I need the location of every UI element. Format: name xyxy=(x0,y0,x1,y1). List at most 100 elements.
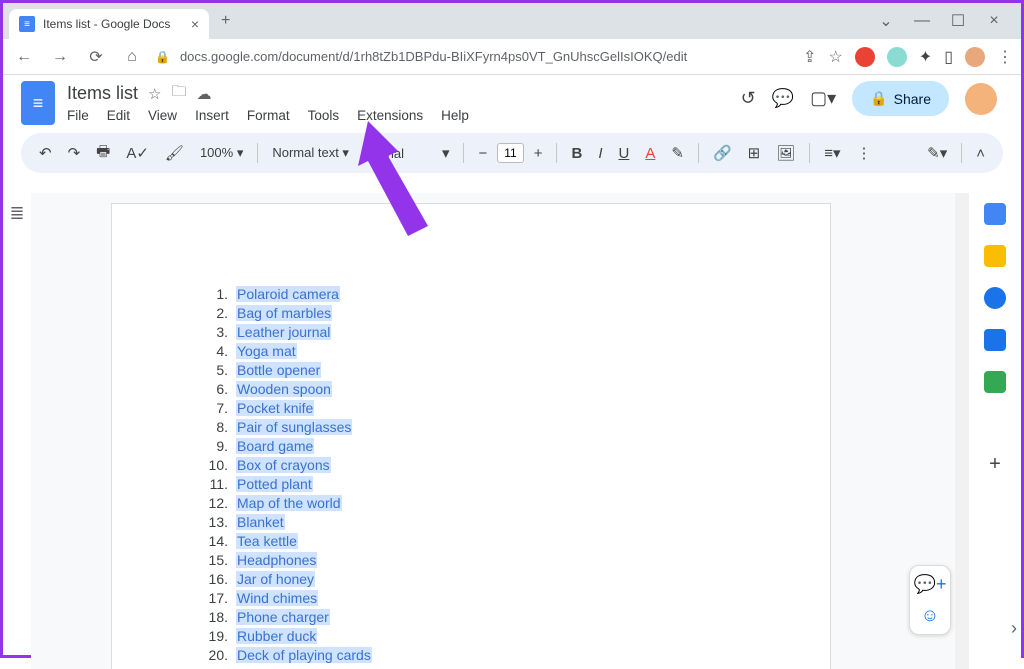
numbered-list[interactable]: Polaroid cameraBag of marblesLeather jou… xyxy=(202,284,740,664)
list-item[interactable]: Potted plant xyxy=(202,474,740,493)
browser-tab[interactable]: ≡ Items list - Google Docs × xyxy=(9,9,209,39)
history-icon[interactable]: ↺ xyxy=(741,88,756,109)
more-icon[interactable]: ⋮ xyxy=(851,144,878,162)
close-tab-icon[interactable]: × xyxy=(191,16,199,32)
expand-sidepanel-icon[interactable]: › xyxy=(1011,618,1017,639)
menu-extensions[interactable]: Extensions xyxy=(357,108,423,123)
account-avatar[interactable] xyxy=(965,83,997,115)
maximize-icon[interactable]: ☐ xyxy=(943,7,973,35)
menu-file[interactable]: File xyxy=(67,108,89,123)
outline-toggle-icon[interactable]: ≣ xyxy=(3,203,31,224)
font-size-input[interactable]: 11 xyxy=(497,143,523,163)
vertical-scrollbar[interactable] xyxy=(955,193,969,669)
paint-format-button[interactable]: 🖌 xyxy=(159,144,190,162)
home-button[interactable]: ⌂ xyxy=(119,48,145,66)
list-item[interactable]: Box of crayons xyxy=(202,455,740,474)
editing-mode-button[interactable]: ✎▾ xyxy=(921,144,953,162)
list-item[interactable]: Headphones xyxy=(202,550,740,569)
font-dropdown[interactable]: Arial xyxy=(372,146,432,161)
calendar-icon[interactable] xyxy=(984,203,1006,225)
style-dropdown[interactable]: Normal text ▾ xyxy=(266,145,355,161)
list-item[interactable]: Yoga mat xyxy=(202,341,740,360)
list-item[interactable]: Leather journal xyxy=(202,322,740,341)
cloud-status-icon[interactable]: ☁ xyxy=(196,85,211,103)
star-document-icon[interactable]: ☆ xyxy=(148,85,161,103)
menu-help[interactable]: Help xyxy=(441,108,469,123)
list-item[interactable]: Phone charger xyxy=(202,607,740,626)
menu-view[interactable]: View xyxy=(148,108,177,123)
highlight-button[interactable]: ✎ xyxy=(665,144,690,162)
maps-icon[interactable] xyxy=(984,371,1006,393)
redo-button[interactable]: ↷ xyxy=(62,144,87,162)
collapse-toolbar-button[interactable]: ˄ xyxy=(970,145,991,162)
emoji-reaction-icon[interactable]: ☺ xyxy=(921,605,939,626)
forward-button[interactable]: → xyxy=(47,48,73,66)
keep-icon[interactable] xyxy=(984,245,1006,267)
docs-logo[interactable]: ≡ xyxy=(21,81,55,125)
comments-icon[interactable]: 💬 xyxy=(772,88,794,109)
align-button[interactable]: ≡▾ xyxy=(818,144,846,162)
extension-icon-2[interactable] xyxy=(887,47,907,67)
new-tab-button[interactable]: + xyxy=(221,12,230,30)
list-item[interactable]: Pocket knife xyxy=(202,398,740,417)
list-item[interactable]: Pair of sunglasses xyxy=(202,417,740,436)
star-icon[interactable]: ☆ xyxy=(828,47,842,67)
document-canvas[interactable]: Polaroid cameraBag of marblesLeather jou… xyxy=(31,193,955,669)
move-icon[interactable]: 🗀 xyxy=(171,81,186,106)
menu-tools[interactable]: Tools xyxy=(308,108,340,123)
add-comment-button[interactable]: ⊞ xyxy=(742,144,767,162)
tasks-icon[interactable] xyxy=(984,287,1006,309)
docs-header: ≡ Items list ☆ 🗀 ☁ File Edit View Insert For… xyxy=(3,75,1021,125)
add-comment-float-icon[interactable]: 💬+ xyxy=(914,574,947,595)
list-item[interactable]: Bag of marbles xyxy=(202,303,740,322)
reload-button[interactable]: ⟳ xyxy=(83,47,109,67)
contacts-icon[interactable] xyxy=(984,329,1006,351)
list-item[interactable]: Board game xyxy=(202,436,740,455)
list-item[interactable]: Polaroid camera xyxy=(202,284,740,303)
chevron-down-icon[interactable]: ⌄ xyxy=(871,7,901,35)
share-icon[interactable]: ⇪ xyxy=(803,47,816,67)
share-button[interactable]: 🔒 Share xyxy=(852,81,949,116)
extension-icon-1[interactable] xyxy=(855,47,875,67)
menu-edit[interactable]: Edit xyxy=(107,108,130,123)
menu-icon[interactable]: ⋮ xyxy=(997,47,1013,67)
meet-icon[interactable]: ▢▾ xyxy=(810,88,836,109)
document-page[interactable]: Polaroid cameraBag of marblesLeather jou… xyxy=(111,203,831,669)
list-item[interactable]: Bottle opener xyxy=(202,360,740,379)
add-addon-icon[interactable]: + xyxy=(989,453,1001,476)
bold-button[interactable]: B xyxy=(565,145,588,162)
font-dropdown-chevron[interactable]: ▾ xyxy=(436,144,456,162)
list-item[interactable]: Tea kettle xyxy=(202,531,740,550)
menu-insert[interactable]: Insert xyxy=(195,108,229,123)
underline-button[interactable]: U xyxy=(613,145,636,162)
decrease-font-button[interactable]: − xyxy=(472,145,493,162)
panel-icon[interactable]: ▯ xyxy=(944,47,953,67)
insert-image-button[interactable]: 🖼 xyxy=(770,144,801,162)
list-item[interactable]: Rubber duck xyxy=(202,626,740,645)
list-item[interactable]: Map of the world xyxy=(202,493,740,512)
close-window-icon[interactable]: × xyxy=(979,7,1009,35)
profile-avatar-browser[interactable] xyxy=(965,47,985,67)
list-item[interactable]: Deck of playing cards xyxy=(202,645,740,664)
menu-format[interactable]: Format xyxy=(247,108,290,123)
back-button[interactable]: ← xyxy=(11,48,37,66)
list-item[interactable]: Wind chimes xyxy=(202,588,740,607)
list-item[interactable]: Wooden spoon xyxy=(202,379,740,398)
print-button[interactable]: 🖶 xyxy=(90,141,116,166)
horizontal-ruler[interactable] xyxy=(23,179,1021,193)
list-item[interactable]: Blanket xyxy=(202,512,740,531)
list-item[interactable]: Jar of honey xyxy=(202,569,740,588)
italic-button[interactable]: I xyxy=(592,145,608,162)
spellcheck-button[interactable]: A✓ xyxy=(120,144,155,162)
url-text[interactable]: docs.google.com/document/d/1rh8tZb1DBPdu… xyxy=(180,49,793,64)
extensions-icon[interactable]: ✦ xyxy=(919,47,932,67)
document-title[interactable]: Items list xyxy=(67,83,138,104)
text-color-button[interactable]: A xyxy=(639,145,661,162)
lock-icon[interactable]: 🔒 xyxy=(155,50,170,64)
zoom-dropdown[interactable]: 100% ▾ xyxy=(194,145,249,161)
increase-font-button[interactable]: + xyxy=(528,145,549,162)
minimize-icon[interactable]: — xyxy=(907,7,937,35)
insert-link-button[interactable]: 🔗 xyxy=(707,144,738,162)
undo-button[interactable]: ↶ xyxy=(33,144,58,162)
tab-title: Items list - Google Docs xyxy=(43,17,183,31)
